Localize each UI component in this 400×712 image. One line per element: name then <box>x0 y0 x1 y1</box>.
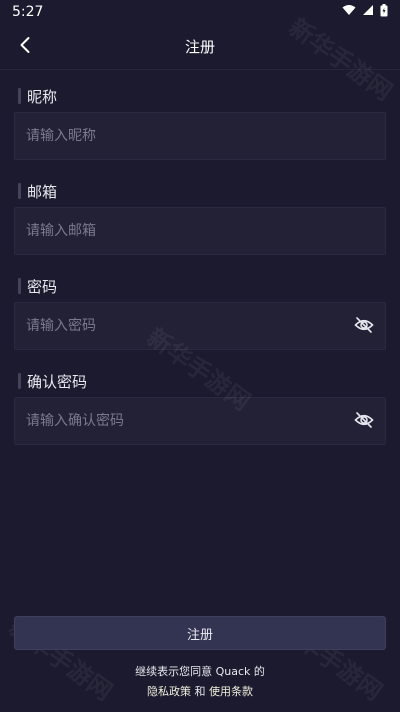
nickname-field-group: 昵称 <box>14 86 386 160</box>
nickname-input-box <box>14 112 386 160</box>
password-label-row: 密码 <box>14 276 386 296</box>
signal-icon <box>362 4 374 20</box>
nickname-label: 昵称 <box>27 87 58 106</box>
label-accent-bar <box>18 278 21 294</box>
email-input-box <box>14 207 386 255</box>
email-field-group: 邮箱 <box>14 181 386 255</box>
confirm-password-label: 确认密码 <box>27 372 88 391</box>
register-button[interactable]: 注册 <box>14 616 386 650</box>
wifi-icon <box>342 4 356 20</box>
agreement-conjunction: 和 <box>191 685 209 698</box>
terms-of-use-link[interactable]: 使用条款 <box>209 685 253 698</box>
nickname-label-row: 昵称 <box>14 86 386 106</box>
confirm-password-visibility-toggle[interactable] <box>354 412 374 432</box>
label-accent-bar <box>18 183 21 199</box>
password-visibility-toggle[interactable] <box>354 317 374 337</box>
agreement-text: 继续表示您同意 Quack 的 隐私政策 和 使用条款 <box>0 662 400 702</box>
chevron-left-icon <box>19 36 31 58</box>
register-form: 昵称 邮箱 密码 <box>14 86 386 466</box>
nickname-input[interactable] <box>15 112 348 160</box>
confirm-password-input-box <box>14 397 386 445</box>
status-time: 5:27 <box>12 4 44 20</box>
battery-icon <box>380 3 388 21</box>
password-field-group: 密码 <box>14 276 386 350</box>
status-icons <box>342 3 388 21</box>
password-label: 密码 <box>27 277 58 296</box>
page-title: 注册 <box>184 38 215 56</box>
agreement-links: 隐私政策 和 使用条款 <box>0 682 400 702</box>
agreement-line: 继续表示您同意 Quack 的 <box>135 665 265 678</box>
back-button[interactable] <box>10 32 40 62</box>
eye-off-icon <box>354 317 374 337</box>
status-bar: 5:27 <box>0 0 400 24</box>
password-input-box <box>14 302 386 350</box>
eye-off-icon <box>354 412 374 432</box>
label-accent-bar <box>18 88 21 104</box>
label-accent-bar <box>18 373 21 389</box>
privacy-policy-link[interactable]: 隐私政策 <box>147 685 191 698</box>
confirm-password-input[interactable] <box>15 397 348 445</box>
email-label: 邮箱 <box>27 182 58 201</box>
email-label-row: 邮箱 <box>14 181 386 201</box>
email-input[interactable] <box>15 207 348 255</box>
